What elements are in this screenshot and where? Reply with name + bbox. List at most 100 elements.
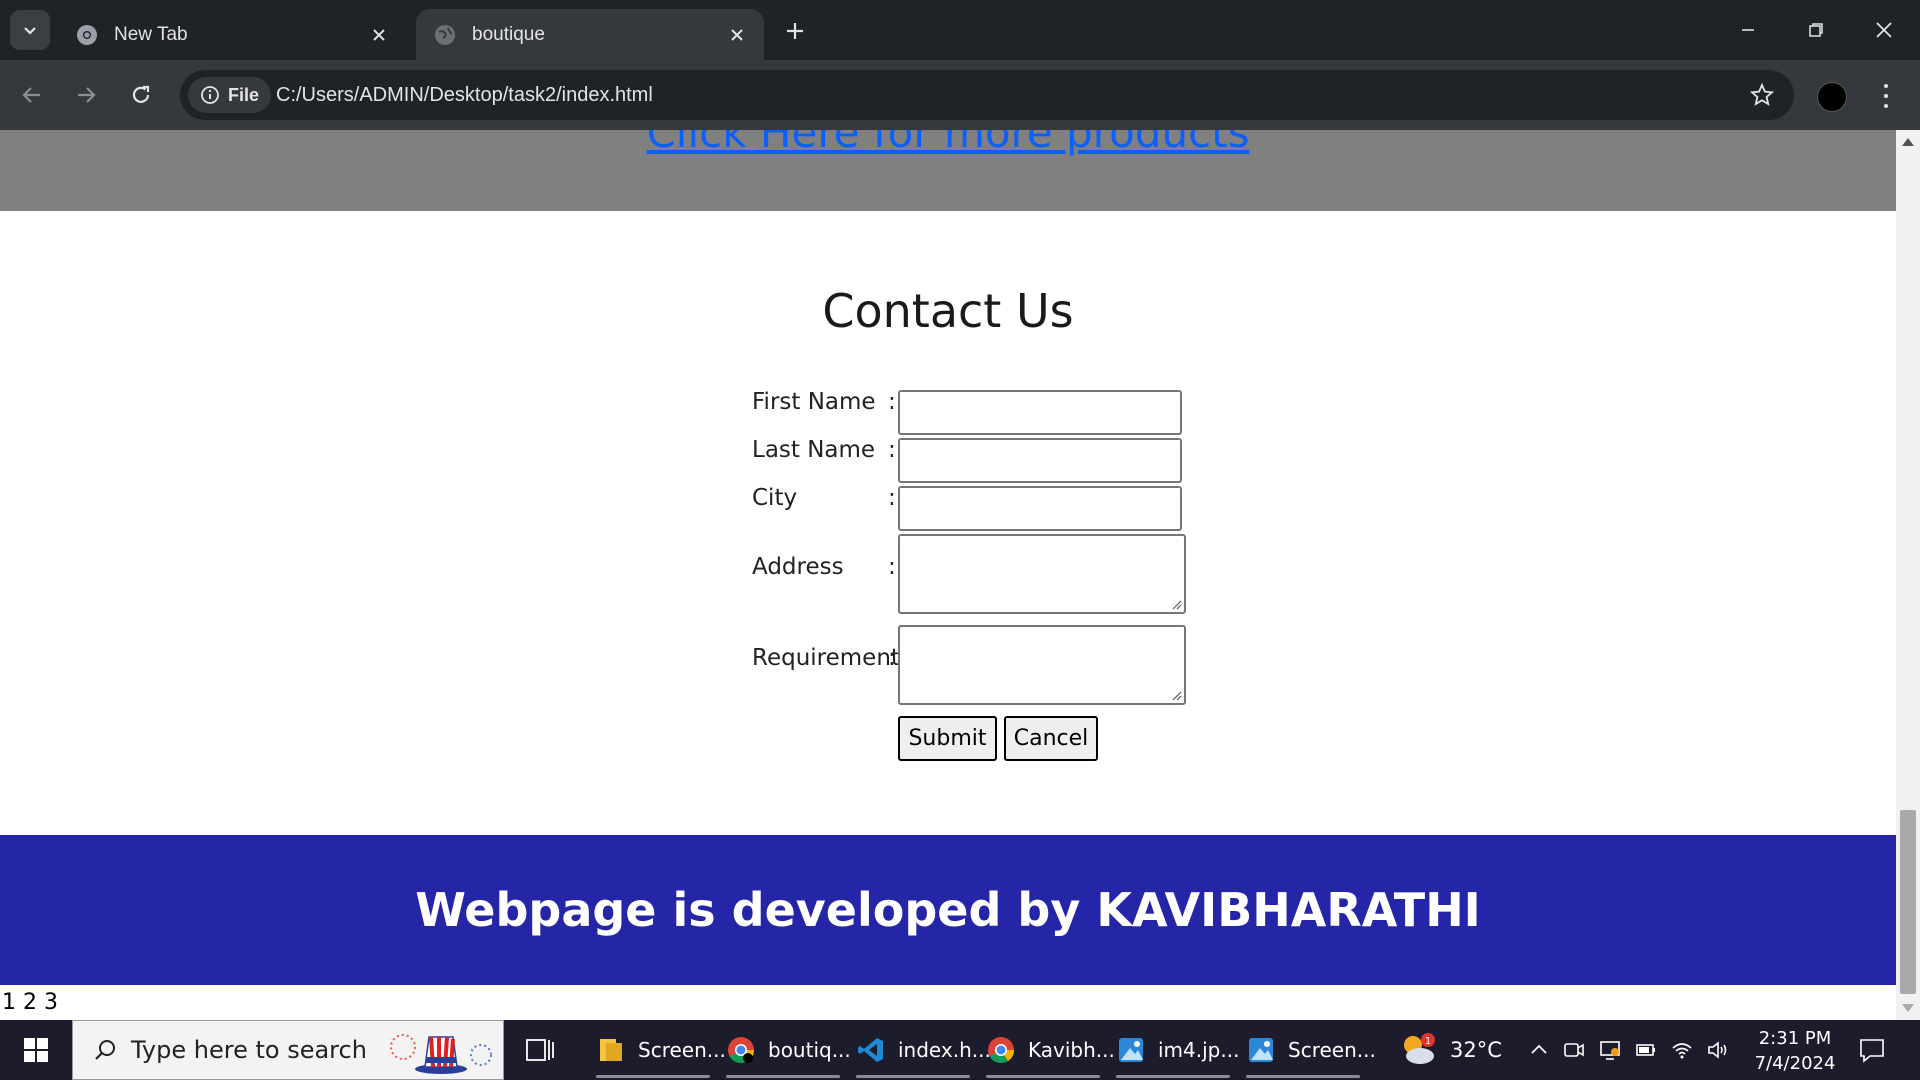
uncle-sam-hat-icon (390, 1034, 492, 1074)
vscode-icon (858, 1038, 883, 1062)
page-numbers: 1 2 3 (2, 990, 58, 1015)
minimize-icon (1742, 29, 1754, 31)
close-icon[interactable] (368, 24, 390, 46)
submit-button[interactable]: Submit (898, 716, 997, 761)
site-info-chip[interactable]: File (188, 77, 272, 113)
scroll-up-arrow-icon[interactable] (1902, 138, 1914, 146)
resize-grip-icon[interactable] (1170, 598, 1182, 610)
chevron-up-icon[interactable] (1527, 1038, 1551, 1062)
task-view-icon[interactable] (524, 1034, 556, 1066)
scroll-down-arrow-icon[interactable] (1902, 1004, 1914, 1012)
requirement-label: Requirement (752, 645, 900, 671)
browser-toolbar: File C:/Users/ADMIN/Desktop/task2/index.… (0, 60, 1920, 130)
address-bar[interactable]: File C:/Users/ADMIN/Desktop/task2/index.… (180, 70, 1794, 120)
colon: : (888, 645, 896, 671)
back-button[interactable] (14, 77, 50, 113)
weather-badge: 1 (1425, 1036, 1431, 1047)
chrome-icon (728, 1037, 755, 1064)
forward-button[interactable] (68, 77, 104, 113)
globe-icon (435, 24, 455, 45)
photos-icon (1119, 1038, 1143, 1062)
taskbar: Type here to search Screen... boutiq... (0, 1020, 1920, 1080)
page-viewport: Click Here for more products Contact Us … (0, 130, 1896, 1020)
reload-icon (132, 85, 150, 103)
weather-widget[interactable]: 1 32°C (1398, 1020, 1502, 1080)
bookmark-star-button[interactable] (1748, 81, 1776, 109)
colon: : (888, 485, 896, 511)
scroll-thumb[interactable] (1900, 810, 1916, 994)
cancel-button[interactable]: Cancel (1004, 716, 1098, 761)
reload-button[interactable] (123, 77, 159, 113)
volume-icon[interactable] (1706, 1038, 1730, 1062)
close-icon[interactable] (726, 24, 748, 46)
colon: : (888, 389, 896, 415)
taskbar-item-chrome-boutique[interactable]: boutiq... (718, 1020, 851, 1080)
notification-center-icon[interactable] (1858, 1036, 1886, 1064)
last-name-label: Last Name (752, 437, 876, 463)
tab-search-button[interactable] (10, 10, 50, 50)
weather-cloud-sun-icon: 1 (1404, 1033, 1435, 1064)
tab-new-tab[interactable]: New Tab (58, 9, 406, 60)
taskbar-item-label: Screen... (1288, 1038, 1376, 1062)
address-label: Address (752, 554, 844, 580)
taskbar-item-chrome-kavibh[interactable]: Kavibh... (978, 1020, 1115, 1080)
system-clock[interactable]: 2:31 PM 7/4/2024 (1740, 1026, 1850, 1076)
taskbar-search-box[interactable]: Type here to search (72, 1020, 504, 1080)
form-row-address: Address : (752, 554, 896, 580)
form-row-city: City : (752, 485, 896, 511)
city-label: City (752, 485, 798, 511)
weather-temp: 32°C (1450, 1038, 1502, 1062)
first-name-input[interactable] (898, 390, 1182, 435)
info-icon (201, 86, 219, 104)
battery-icon[interactable] (1634, 1038, 1658, 1062)
taskbar-item-file-explorer[interactable]: Screen... (588, 1020, 726, 1080)
running-indicator (1246, 1075, 1360, 1078)
meet-now-icon[interactable] (1562, 1038, 1586, 1062)
more-products-link[interactable]: Click Here for more products (0, 130, 1896, 157)
colon: : (888, 554, 896, 580)
running-indicator (596, 1075, 710, 1078)
colon: : (888, 437, 896, 463)
restore-button[interactable] (1798, 12, 1834, 48)
display-icon[interactable] (1598, 1038, 1622, 1062)
close-window-button[interactable] (1866, 12, 1902, 48)
photos-icon (1249, 1038, 1273, 1062)
taskbar-item-photos-im4[interactable]: im4.jp... (1108, 1020, 1239, 1080)
last-name-input[interactable] (898, 438, 1182, 483)
dot-icon (1884, 94, 1888, 98)
running-indicator (726, 1075, 840, 1078)
url-text[interactable]: C:/Users/ADMIN/Desktop/task2/index.html (276, 70, 653, 120)
close-icon (1876, 22, 1892, 38)
requirement-textarea[interactable] (898, 625, 1186, 705)
taskbar-item-photos-screen[interactable]: Screen... (1238, 1020, 1376, 1080)
chrome-icon (988, 1037, 1015, 1064)
dot-icon (1884, 104, 1888, 108)
form-row-last-name: Last Name : (752, 437, 896, 463)
site-chip-label: File (228, 84, 260, 105)
minimize-button[interactable] (1730, 12, 1766, 48)
browser-tab-strip: New Tab boutique (0, 0, 1920, 60)
tab-title: New Tab (114, 23, 188, 45)
running-indicator (1116, 1075, 1230, 1078)
new-tab-button[interactable] (780, 16, 810, 46)
clock-date: 7/4/2024 (1754, 1053, 1836, 1074)
taskbar-item-vscode[interactable]: index.h... (848, 1020, 991, 1080)
file-explorer-icon (600, 1039, 622, 1061)
profile-avatar[interactable] (1817, 82, 1847, 112)
form-row-requirement: Requirement : (752, 645, 900, 671)
resize-grip-icon[interactable] (1170, 689, 1182, 701)
start-button[interactable] (0, 1020, 72, 1080)
browser-menu-button[interactable] (1872, 80, 1900, 112)
clock-time: 2:31 PM (1758, 1028, 1832, 1049)
running-indicator (986, 1075, 1100, 1078)
wifi-icon[interactable] (1670, 1038, 1694, 1062)
search-placeholder: Type here to search (131, 1036, 367, 1064)
taskbar-item-label: boutiq... (768, 1038, 851, 1062)
address-textarea[interactable] (898, 534, 1186, 614)
taskbar-item-label: Kavibh... (1028, 1038, 1115, 1062)
page-scrollbar[interactable] (1896, 130, 1920, 1020)
city-input[interactable] (898, 486, 1182, 531)
contact-title: Contact Us (822, 284, 1074, 338)
tab-boutique[interactable]: boutique (416, 9, 764, 60)
back-arrow-icon (22, 87, 40, 103)
